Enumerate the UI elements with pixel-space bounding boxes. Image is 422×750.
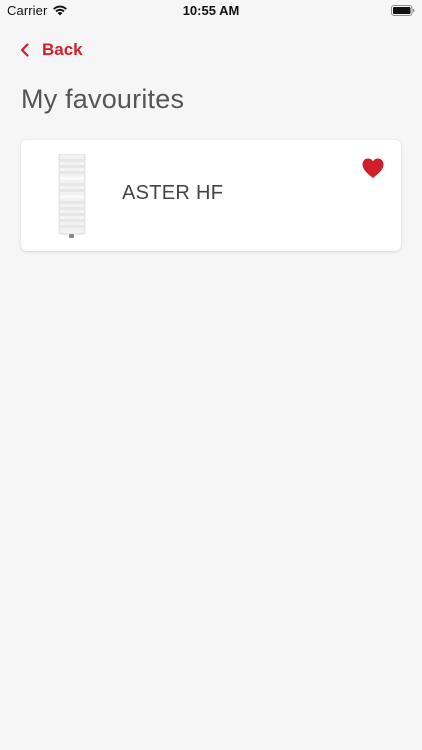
- back-label: Back: [42, 40, 83, 59]
- heart-icon[interactable]: [362, 158, 384, 179]
- favourites-screen: Carrier 10:55 AM Back My favourites ASTE…: [0, 0, 422, 750]
- page-title: My favourites: [21, 84, 185, 114]
- battery-icon: [391, 5, 415, 16]
- back-button[interactable]: Back: [20, 38, 83, 62]
- status-bar: Carrier 10:55 AM: [0, 0, 422, 22]
- product-name: ASTER HF: [122, 182, 224, 204]
- favourite-product-card[interactable]: ASTER HF: [21, 140, 401, 251]
- clock: 10:55 AM: [182, 3, 240, 18]
- towel-radiator-image: [58, 154, 86, 238]
- chevron-left-icon: [20, 43, 29, 57]
